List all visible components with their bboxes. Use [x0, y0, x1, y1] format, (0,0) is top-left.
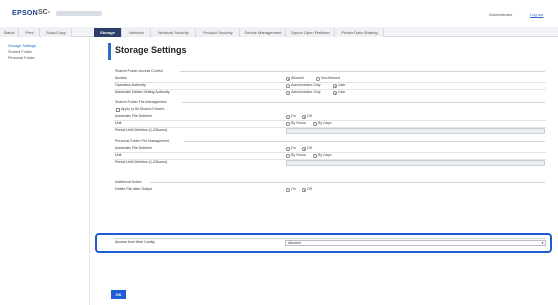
section-heading-shared-access: Shared Folder Access Control	[115, 69, 163, 73]
shared-auto-delete-label: Automatic File Deletion	[115, 114, 152, 118]
tab-printer-data-sharing[interactable]: Printer Data Sharing	[336, 28, 384, 37]
section-divider	[114, 238, 546, 239]
operation-admin-only-label: Administrator Only	[291, 83, 321, 87]
top-nav-tabs: Status Print Scan/Copy Storage Network N…	[0, 27, 558, 37]
shared-period-input[interactable]	[286, 128, 545, 134]
web-config-access-label: Access from Web Config	[115, 240, 155, 244]
access-not-allowed-radio[interactable]	[316, 77, 320, 81]
access-not-allowed-label: Not Allowed	[321, 76, 340, 80]
chevron-down-icon: ▾	[541, 241, 544, 245]
personal-auto-delete-on-radio[interactable]	[286, 147, 290, 151]
operation-user-label: User	[338, 83, 346, 87]
personal-period-input[interactable]	[286, 160, 545, 166]
operation-user-radio[interactable]	[333, 84, 337, 88]
shared-unit-hours-radio[interactable]	[286, 122, 290, 126]
tab-network-security[interactable]: Network Security	[152, 28, 196, 37]
shared-auto-delete-off-label: Off	[307, 114, 312, 118]
shared-unit-days-radio[interactable]	[313, 122, 317, 126]
tab-scan-copy[interactable]: Scan/Copy	[41, 28, 72, 37]
shared-auto-delete-on-radio[interactable]	[286, 115, 290, 119]
logout-link[interactable]: Log out	[530, 12, 543, 17]
shared-unit-days-label: By Days	[318, 121, 332, 125]
admin-label: Administrator	[489, 12, 513, 17]
operation-authority-label: Operation Authority	[115, 83, 146, 87]
tab-storage[interactable]: Storage	[94, 28, 122, 37]
section-divider	[180, 71, 545, 72]
sidebar: Storage Settings Shared Folder Personal …	[0, 38, 90, 305]
model-name-redacted	[56, 10, 102, 16]
auto-delete-admin-only-radio[interactable]	[286, 91, 290, 95]
section-divider	[182, 102, 545, 103]
tab-product-security[interactable]: Product Security	[197, 28, 240, 37]
section-divider	[184, 141, 545, 142]
header-bar: EPSON SC- Administrator Log out	[0, 0, 558, 26]
row-auto-delete-authority: Automatic Delete Setting Authority Admin…	[114, 90, 546, 96]
personal-auto-delete-off-radio[interactable]	[302, 147, 306, 151]
section-heading-additional: Additional Action	[115, 180, 142, 184]
sidebar-item-storage-settings[interactable]: Storage Settings	[8, 44, 36, 48]
delete-after-output-off-label: Off	[307, 187, 312, 191]
personal-unit-hours-label: By Hours	[291, 153, 306, 157]
operation-admin-only-radio[interactable]	[286, 84, 290, 88]
access-allowed-label: Allowed	[291, 76, 304, 80]
auto-delete-user-radio[interactable]	[333, 91, 337, 95]
shared-auto-delete-on-label: On	[291, 114, 296, 118]
delete-after-output-on-radio[interactable]	[286, 188, 290, 192]
row-shared-auto-delete: Automatic File Deletion On Off	[114, 114, 546, 120]
personal-auto-delete-label: Automatic File Deletion	[115, 146, 152, 150]
row-apply-all: Apply to All Shared Folders	[114, 107, 546, 113]
shared-unit-hours-label: By Hours	[291, 121, 306, 125]
delete-after-output-on-label: On	[291, 187, 296, 191]
auto-delete-authority-label: Automatic Delete Setting Authority	[115, 90, 170, 94]
row-personal-period: Period Until Deletion (1-23hours)	[114, 160, 546, 166]
personal-unit-days-radio[interactable]	[313, 154, 317, 158]
apply-all-label: Apply to All Shared Folders	[121, 107, 165, 111]
sidebar-item-personal-folder[interactable]: Personal Folder	[8, 56, 35, 60]
auto-delete-user-label: User	[338, 90, 346, 94]
tab-network[interactable]: Network	[123, 28, 151, 37]
web-config-access-value: Allowed	[288, 241, 301, 245]
page-title: Storage Settings	[115, 45, 187, 55]
personal-unit-hours-radio[interactable]	[286, 154, 290, 158]
shared-auto-delete-off-radio[interactable]	[302, 115, 306, 119]
delete-after-output-label: Delete File after Output	[115, 187, 153, 191]
shared-unit-label: Unit	[115, 121, 122, 125]
row-personal-auto-delete: Automatic File Deletion On Off	[114, 146, 546, 152]
model-name: SC-	[38, 9, 51, 16]
web-config-access-select[interactable]: Allowed ▾	[285, 240, 546, 246]
tab-print[interactable]: Print	[20, 28, 40, 37]
epson-logo: EPSON	[12, 10, 39, 17]
row-shared-unit: Unit By Hours By Days	[114, 121, 546, 127]
delete-after-output-off-radio[interactable]	[302, 188, 306, 192]
row-shared-period: Period Until Deletion (1-23hours)	[114, 128, 546, 134]
row-operation-authority: Operation Authority Administrator Only U…	[114, 83, 546, 89]
section-divider	[150, 182, 545, 183]
tab-status[interactable]: Status	[0, 28, 19, 37]
row-delete-after-output: Delete File after Output On Off	[114, 187, 546, 193]
row-personal-unit: Unit By Hours By Days	[114, 153, 546, 159]
ok-button[interactable]: OK	[111, 290, 126, 299]
access-label: Access	[115, 76, 127, 80]
auto-delete-admin-only-label: Administrator Only	[291, 90, 321, 94]
personal-unit-days-label: By Days	[318, 153, 332, 157]
section-heading-shared-file-mgmt: Shared Folder File Management	[115, 100, 167, 104]
personal-auto-delete-on-label: On	[291, 146, 296, 150]
access-allowed-radio[interactable]	[286, 77, 290, 81]
personal-period-label: Period Until Deletion (1-23hours)	[115, 160, 168, 164]
shared-period-label: Period Until Deletion (1-23hours)	[115, 128, 168, 132]
title-accent-bar	[108, 43, 111, 60]
tab-epson-open-platform[interactable]: Epson Open Platform	[287, 28, 335, 37]
personal-auto-delete-off-label: Off	[307, 146, 312, 150]
section-heading-personal-file-mgmt: Personal Folder File Management	[115, 139, 170, 143]
apply-all-checkbox[interactable]	[116, 108, 120, 112]
row-access: Access Allowed Not Allowed	[114, 76, 546, 82]
sidebar-item-shared-folder[interactable]: Shared Folder	[8, 50, 32, 54]
tab-device-management[interactable]: Device Management	[241, 28, 286, 37]
personal-unit-label: Unit	[115, 153, 122, 157]
